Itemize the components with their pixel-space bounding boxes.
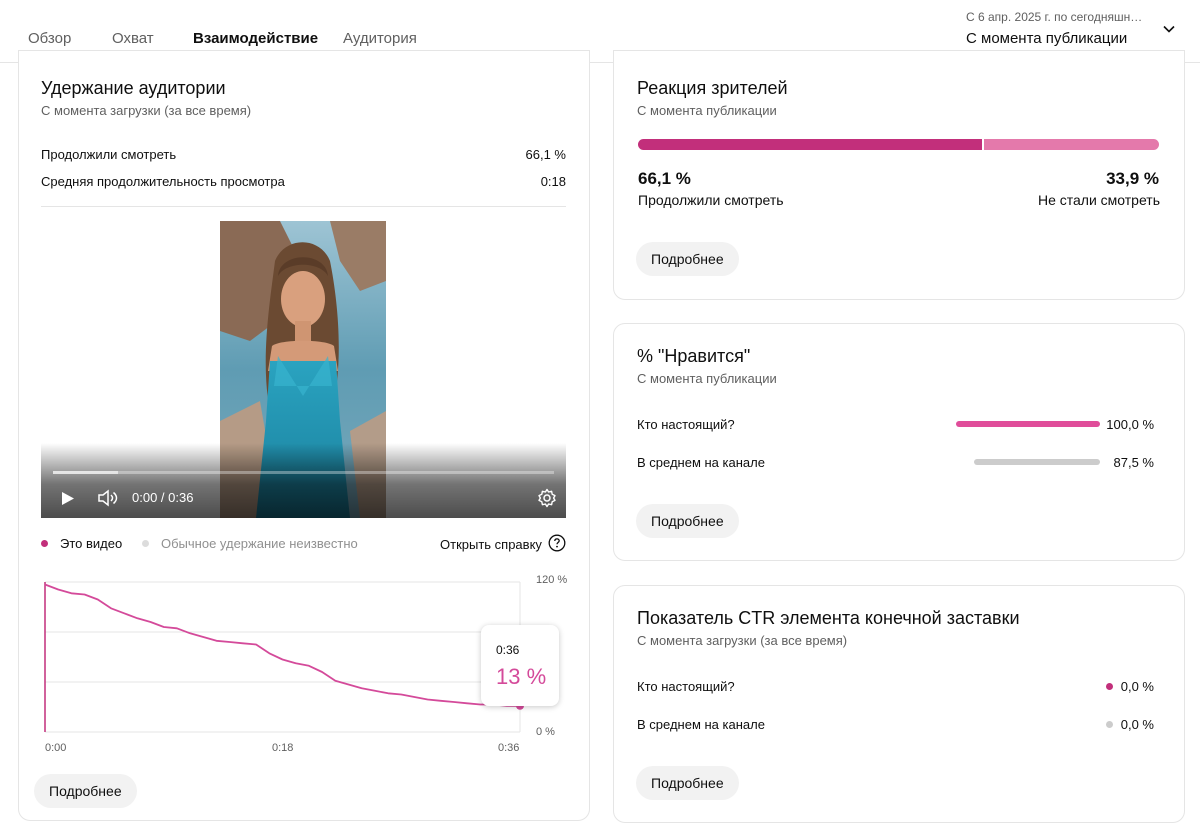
y-tick-top: 120 %: [536, 574, 568, 586]
likes-row-video-label: Кто настоящий?: [637, 417, 735, 432]
tab-overview[interactable]: Обзор: [28, 30, 71, 47]
tab-reach[interactable]: Охват: [112, 30, 154, 47]
progress-bar[interactable]: [53, 471, 554, 474]
legend-typical: Обычное удержание неизвестно: [142, 536, 358, 551]
help-link-label: Открыть справку: [440, 537, 542, 552]
x-tick-start: 0:00: [45, 742, 67, 754]
settings-gear-icon[interactable]: [537, 488, 557, 508]
reaction-left-value: 33,9 %: [1106, 169, 1159, 188]
ctr-subtitle: С момента загрузки (за все время): [637, 633, 848, 648]
legend-this-video-label: Это видео: [60, 536, 123, 551]
reaction-kept-value: 66,1 %: [638, 169, 691, 188]
likes-row-channel-label: В среднем на канале: [637, 455, 765, 470]
x-tick-end: 0:36: [498, 742, 520, 754]
reaction-more-button[interactable]: Подробнее: [636, 242, 739, 276]
likes-more-button[interactable]: Подробнее: [636, 504, 739, 538]
ctr-more-button[interactable]: Подробнее: [636, 766, 739, 800]
likes-title: % "Нравится": [637, 346, 751, 366]
controls-overlay: [41, 443, 566, 518]
stat-kept-label: Продолжили смотреть: [41, 147, 177, 162]
x-tick-mid: 0:18: [272, 742, 294, 754]
stat-kept-value: 66,1 %: [525, 147, 566, 162]
likes-row-channel-value: 87,5 %: [1113, 455, 1154, 470]
play-icon[interactable]: [61, 491, 75, 506]
likes-subtitle: С момента публикации: [637, 371, 777, 386]
help-icon[interactable]: [548, 534, 566, 552]
reaction-bar-kept: [638, 139, 982, 150]
stat-avg-label: Средняя продолжительность просмотра: [41, 174, 285, 189]
period-range: С 6 апр. 2025 г. по сегодняшний день: [966, 10, 1146, 24]
y-tick-bottom: 0 %: [536, 726, 555, 738]
retention-more-button[interactable]: Подробнее: [34, 774, 137, 808]
reaction-kept-label: Продолжили смотреть: [638, 192, 784, 208]
likes-bar-channel: [974, 459, 1100, 465]
tab-audience[interactable]: Аудитория: [343, 30, 417, 47]
chart-tooltip: 0:36 13 %: [481, 625, 559, 706]
ctr-title: Показатель CTR элемента конечной заставк…: [637, 608, 1020, 628]
chevron-down-icon[interactable]: [1162, 22, 1176, 36]
likes-row-video-value: 100,0 %: [1106, 417, 1154, 432]
ctr-row-channel-label: В среднем на канале: [637, 717, 765, 732]
tooltip-value: 13 %: [496, 664, 547, 689]
progress-buffered: [53, 471, 119, 474]
retention-title: Удержание аудитории: [41, 78, 226, 98]
retention-subtitle: С момента загрузки (за все время): [41, 103, 252, 118]
reaction-left-label: Не стали смотреть: [1037, 192, 1160, 208]
legend-dot-this-video: [41, 540, 48, 547]
likes-bar-video: [956, 421, 1100, 427]
ctr-row-video-value: 0,0 %: [1120, 679, 1154, 694]
reaction-subtitle: С момента публикации: [637, 103, 777, 118]
period-label: С момента публикации: [966, 30, 1128, 47]
tab-engagement[interactable]: Взаимодействие: [193, 30, 319, 61]
video-player[interactable]: 0:00 / 0:36: [41, 221, 566, 518]
legend-dot-typical: [142, 540, 149, 547]
help-link[interactable]: Открыть справку: [440, 537, 542, 552]
divider: [41, 206, 566, 207]
ctr-row-channel-value: 0,0 %: [1120, 717, 1154, 732]
stat-avg-value: 0:18: [540, 174, 566, 189]
tooltip-time: 0:36: [496, 643, 520, 657]
video-timecode: 0:00 / 0:36: [132, 490, 194, 505]
ctr-row-video-label: Кто настоящий?: [637, 679, 735, 694]
volume-icon[interactable]: [97, 489, 119, 507]
reaction-bar-left: [984, 139, 1159, 150]
legend-typical-label: Обычное удержание неизвестно: [161, 536, 358, 551]
period-selector[interactable]: С 6 апр. 2025 г. по сегодняшний день С м…: [966, 10, 1166, 47]
reaction-title: Реакция зрителей: [637, 78, 788, 98]
legend-this-video: Это видео: [41, 536, 122, 551]
